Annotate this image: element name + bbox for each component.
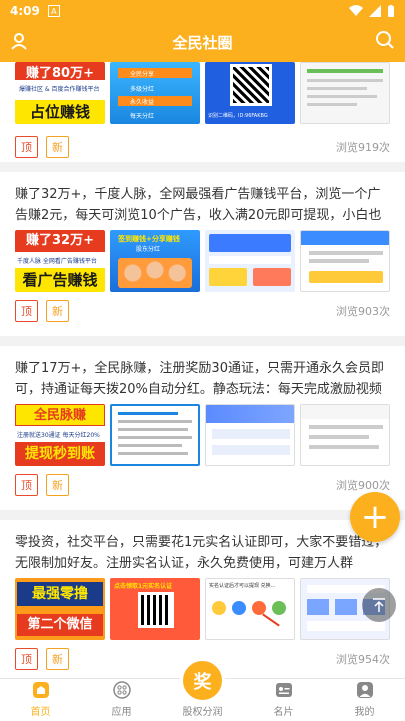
user-profile-icon[interactable] bbox=[10, 32, 28, 54]
status-bar: 4:09 A bbox=[0, 0, 405, 22]
tab-label: 股权分润 bbox=[182, 707, 223, 718]
tab-apps[interactable]: 应用 bbox=[81, 679, 162, 721]
tab-business-card[interactable]: 名片 bbox=[243, 679, 324, 721]
post-thumbnail[interactable] bbox=[205, 230, 295, 292]
post-thumbnail[interactable]: 全民分享 多级分红 永久收益 每天分红 bbox=[110, 62, 200, 124]
thumb-headline: 赚了80万+ bbox=[15, 62, 105, 81]
view-count: 浏览900次 bbox=[336, 479, 390, 492]
post-thumbnail[interactable] bbox=[110, 404, 200, 466]
thumb-headline: 全民脉赚 bbox=[15, 404, 105, 426]
thumb-subtitle: 爆赚社区 & 百度合作赚钱平台 bbox=[19, 86, 100, 93]
thumb-line: 每天分红 bbox=[130, 113, 155, 120]
thumb-banner: 第二个微信 bbox=[17, 614, 103, 636]
user-icon bbox=[356, 682, 373, 698]
post-thumbnail[interactable] bbox=[205, 404, 295, 466]
apps-icon bbox=[112, 681, 131, 699]
post-card[interactable]: 零投资，社交平台，只需要花1元实名认证即可，大家不要错过，无限制加好友。注册实名… bbox=[0, 520, 405, 678]
thumb-line: 点击领取1元实名认证 bbox=[114, 583, 173, 590]
pinned-tag: 顶 bbox=[15, 300, 38, 322]
divider bbox=[0, 336, 405, 346]
post-text: 赚了17万+，全民脉赚，注册奖励30通证，只需开通永久会员即可，持通证每天拨20… bbox=[15, 361, 384, 397]
pinned-tag: 顶 bbox=[15, 474, 38, 496]
new-tag: 新 bbox=[46, 136, 69, 158]
post-text: 赚了32万+，千度人脉，全网最强看广告赚钱平台，浏览一个广告赚2元，每天可浏览1… bbox=[15, 187, 382, 223]
scroll-to-top-button[interactable] bbox=[362, 588, 396, 622]
tab-profile[interactable]: 我的 bbox=[324, 679, 405, 721]
tab-label: 首页 bbox=[30, 707, 51, 718]
thumb-headline: 最强零撸 bbox=[17, 582, 103, 606]
new-tag: 新 bbox=[46, 648, 69, 670]
post-feed[interactable]: 赚了80万+ 爆赚社区 & 百度合作赚钱平台 占位赚钱 全民分享 多级分红 永久… bbox=[0, 62, 405, 678]
thumb-banner: 提现秒到账 bbox=[15, 442, 105, 466]
plus-icon: + bbox=[360, 497, 390, 537]
pinned-tag: 顶 bbox=[15, 648, 38, 670]
thumb-line: 签到赚钱+分享赚钱 bbox=[118, 235, 180, 243]
card-icon bbox=[275, 683, 292, 697]
app-header: 全民社圈 bbox=[0, 22, 405, 62]
qr-code-icon bbox=[230, 64, 272, 106]
post-card[interactable]: 赚了32万+，千度人脉，全网最强看广告赚钱平台，浏览一个广告赚2元，每天可浏览1… bbox=[0, 172, 405, 336]
post-text: 零投资，社交平台，只需要花1元实名认证即可，大家不要错过，无限制加好友。注册实名… bbox=[15, 535, 388, 571]
view-count: 浏览954次 bbox=[336, 653, 390, 666]
tab-label: 名片 bbox=[273, 707, 294, 718]
post-card[interactable]: 赚了17万+，全民脉赚，注册奖励30通证，只需开通永久会员即可，持通证每天拨20… bbox=[0, 346, 405, 510]
post-thumbnail[interactable] bbox=[300, 404, 390, 466]
thumb-banner: 占位赚钱 bbox=[15, 100, 105, 124]
tab-label: 应用 bbox=[111, 707, 132, 718]
thumb-line: 股东分红 bbox=[136, 246, 161, 253]
post-thumbnail[interactable]: 最强零撸 第二个微信 bbox=[15, 578, 105, 640]
post-thumbnail[interactable]: 赚了80万+ 爆赚社区 & 百度合作赚钱平台 占位赚钱 bbox=[15, 62, 105, 124]
post-thumbnail[interactable]: 点击领取1元实名认证 bbox=[110, 578, 200, 640]
thumb-subtitle: 注册就送30通证 每天分红20% bbox=[17, 432, 100, 439]
reward-center-button[interactable]: 奖 bbox=[180, 658, 225, 703]
thumb-subtitle: 千度人脉 全网看广告赚钱平台 bbox=[17, 258, 97, 265]
tab-label: 我的 bbox=[354, 707, 375, 718]
thumb-headline: 赚了32万+ bbox=[15, 230, 105, 252]
view-count: 浏览903次 bbox=[336, 305, 390, 318]
view-count: 浏览919次 bbox=[336, 141, 390, 154]
thumb-line: 多级分红 bbox=[130, 86, 155, 93]
battery-icon bbox=[388, 4, 394, 17]
post-thumbnail[interactable]: 赚了32万+ 千度人脉 全网看广告赚钱平台 看广告赚钱 bbox=[15, 230, 105, 292]
divider bbox=[0, 510, 405, 520]
pinned-tag: 顶 bbox=[15, 136, 38, 158]
post-thumbnail[interactable] bbox=[300, 230, 390, 292]
new-tag: 新 bbox=[46, 300, 69, 322]
signal-icon bbox=[369, 5, 381, 17]
award-icon: 奖 bbox=[193, 671, 212, 693]
post-thumbnail[interactable]: 实名认证后才可以提现 兑换... bbox=[205, 578, 295, 640]
post-thumbnail[interactable]: 识别二维码，ID:96FAKBG bbox=[205, 62, 295, 124]
tab-home[interactable]: 首页 bbox=[0, 679, 81, 721]
post-thumbnail[interactable]: 签到赚钱+分享赚钱 股东分红 bbox=[110, 230, 200, 292]
post-thumbnail[interactable]: 全民脉赚 注册就送30通证 每天分红20% 提现秒到账 bbox=[15, 404, 105, 466]
search-icon[interactable] bbox=[375, 30, 395, 54]
thumb-caption: 识别二维码，ID:96FAKBG bbox=[208, 113, 268, 119]
post-card[interactable]: 赚了80万+ 爆赚社区 & 百度合作赚钱平台 占位赚钱 全民分享 多级分红 永久… bbox=[0, 62, 405, 162]
thumb-banner: 看广告赚钱 bbox=[15, 268, 105, 292]
page-title: 全民社圈 bbox=[172, 33, 233, 52]
status-time: 4:09 bbox=[10, 4, 40, 18]
thumb-caption: 实名认证后才可以提现 兑换... bbox=[209, 583, 276, 589]
qr-code-icon bbox=[138, 592, 174, 628]
thumb-line: 全民分享 bbox=[130, 71, 155, 78]
new-tag: 新 bbox=[46, 474, 69, 496]
post-thumbnail[interactable] bbox=[300, 62, 390, 124]
home-icon bbox=[32, 682, 49, 698]
notification-a-icon: A bbox=[47, 5, 60, 17]
thumb-line: 永久收益 bbox=[130, 99, 155, 106]
create-post-button[interactable]: + bbox=[350, 492, 400, 542]
wifi-icon bbox=[349, 5, 363, 17]
arrow-up-to-top-icon bbox=[373, 598, 385, 612]
